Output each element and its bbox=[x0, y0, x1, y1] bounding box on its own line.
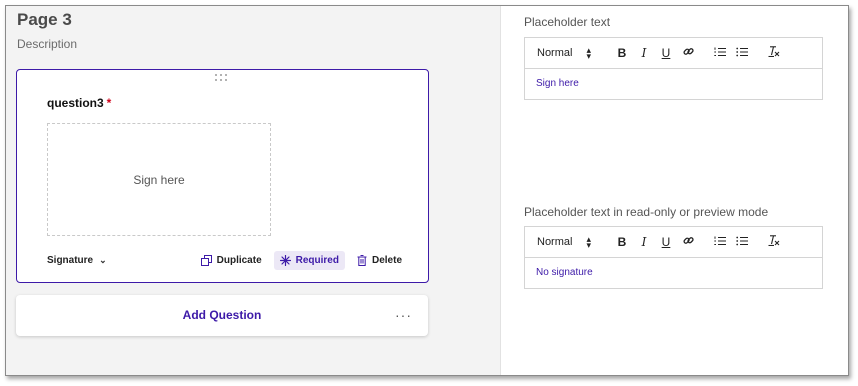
design-surface: Page 3 Description question3 * Sign here … bbox=[6, 6, 501, 375]
signature-placeholder: Sign here bbox=[133, 172, 185, 187]
question-footer: Signature ⌄ Duplicate Required Delete bbox=[47, 248, 408, 272]
placeholder-text-label: Placeholder text bbox=[524, 15, 611, 29]
underline-icon[interactable]: U bbox=[655, 46, 677, 60]
add-question-bar: Add Question ··· bbox=[16, 295, 428, 336]
readonly-placeholder-editor: Normal ▴ ▾ B I U No signature bbox=[524, 226, 823, 289]
add-question-button[interactable]: Add Question bbox=[16, 308, 428, 322]
question-type-label: Signature bbox=[47, 254, 94, 266]
format-select-value: Normal bbox=[537, 236, 573, 248]
placeholder-text-input[interactable]: Sign here bbox=[525, 69, 822, 98]
question-title-text: question3 bbox=[47, 96, 104, 110]
page-description[interactable]: Description bbox=[17, 37, 77, 51]
link-icon[interactable] bbox=[677, 235, 699, 249]
question-card[interactable]: question3 * Sign here Signature ⌄ Duplica… bbox=[16, 69, 429, 283]
ordered-list-icon[interactable] bbox=[709, 235, 731, 249]
more-options-icon[interactable]: ··· bbox=[395, 307, 412, 323]
question-type-dropdown[interactable]: Signature ⌄ bbox=[47, 255, 107, 266]
updown-arrows-icon: ▴ ▾ bbox=[586, 234, 591, 250]
property-panel: Placeholder text Normal ▴ ▾ B I U Sign he… bbox=[501, 6, 848, 375]
required-star: * bbox=[106, 96, 112, 110]
bullet-list-icon[interactable] bbox=[731, 235, 753, 249]
required-toggle[interactable]: Required bbox=[273, 250, 345, 270]
delete-button[interactable]: Delete bbox=[351, 251, 408, 270]
readonly-placeholder-input[interactable]: No signature bbox=[525, 258, 822, 287]
clear-format-icon[interactable] bbox=[763, 46, 785, 60]
bold-icon[interactable]: B bbox=[611, 235, 633, 249]
ordered-list-icon[interactable] bbox=[709, 46, 731, 60]
editor-toolbar: Normal ▴ ▾ B I U bbox=[525, 38, 822, 69]
app-window: Page 3 Description question3 * Sign here … bbox=[5, 5, 849, 376]
delete-label: Delete bbox=[371, 254, 402, 266]
format-select[interactable]: Normal ▴ ▾ bbox=[537, 45, 611, 61]
placeholder-text-editor: Normal ▴ ▾ B I U Sign here bbox=[524, 37, 823, 100]
trash-icon bbox=[357, 254, 367, 266]
signature-pad[interactable]: Sign here bbox=[47, 123, 271, 236]
link-icon[interactable] bbox=[677, 46, 699, 60]
italic-icon[interactable]: I bbox=[633, 46, 655, 60]
bold-icon[interactable]: B bbox=[611, 46, 633, 60]
required-label: Required bbox=[295, 254, 339, 266]
editor-toolbar: Normal ▴ ▾ B I U bbox=[525, 227, 822, 258]
chevron-down-icon: ⌄ bbox=[99, 254, 107, 265]
duplicate-label: Duplicate bbox=[216, 254, 262, 266]
duplicate-icon bbox=[200, 254, 212, 266]
format-select[interactable]: Normal ▴ ▾ bbox=[537, 234, 611, 250]
page-title[interactable]: Page 3 bbox=[17, 10, 72, 30]
underline-icon[interactable]: U bbox=[655, 235, 677, 249]
updown-arrows-icon: ▴ ▾ bbox=[586, 45, 591, 61]
asterisk-icon bbox=[279, 254, 291, 266]
format-select-value: Normal bbox=[537, 47, 573, 59]
readonly-placeholder-label: Placeholder text in read-only or preview… bbox=[524, 205, 769, 219]
question-actions: Duplicate Required Delete bbox=[195, 250, 408, 270]
drag-handle-icon[interactable] bbox=[215, 74, 231, 82]
bullet-list-icon[interactable] bbox=[731, 46, 753, 60]
question-title[interactable]: question3 * bbox=[47, 96, 111, 110]
duplicate-button[interactable]: Duplicate bbox=[195, 251, 268, 270]
clear-format-icon[interactable] bbox=[763, 235, 785, 249]
italic-icon[interactable]: I bbox=[633, 235, 655, 249]
